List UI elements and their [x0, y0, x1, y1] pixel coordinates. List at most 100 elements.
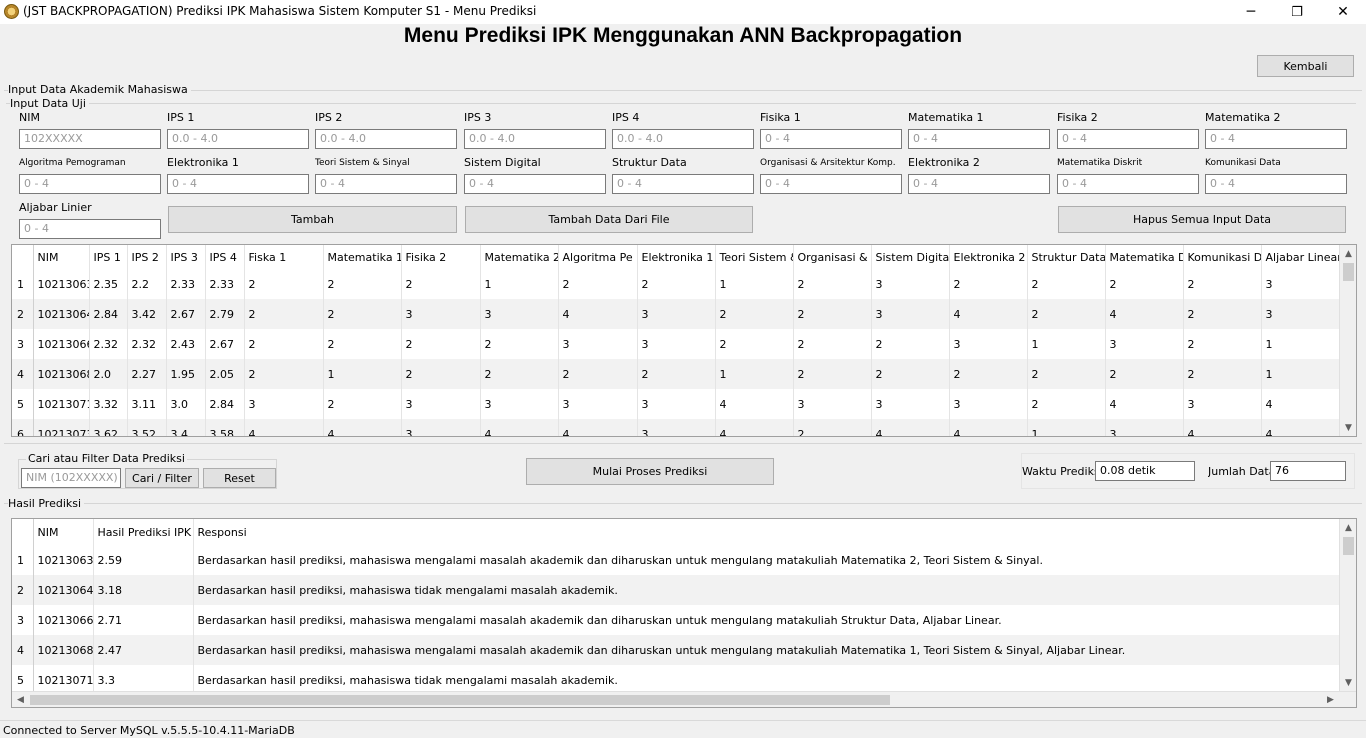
table-cell[interactable]: 1: [480, 269, 559, 299]
table-cell[interactable]: 2: [1027, 299, 1106, 329]
table-cell[interactable]: 2.0: [89, 359, 128, 389]
table-cell[interactable]: 2.32: [89, 329, 128, 359]
table-cell[interactable]: 2: [793, 329, 872, 359]
maximize-icon[interactable]: ❐: [1274, 0, 1320, 24]
column-header[interactable]: IPS 2: [127, 245, 167, 269]
table-cell[interactable]: 3: [1261, 299, 1340, 329]
table-cell[interactable]: 2.71: [93, 605, 194, 635]
table-cell[interactable]: 2.33: [205, 269, 245, 299]
table-cell[interactable]: 2: [871, 329, 950, 359]
field-input[interactable]: 0.0 - 4.0: [315, 129, 457, 149]
table-cell[interactable]: 2.32: [127, 329, 167, 359]
table-row[interactable]: 6 10213073 3.62 3.52 3.4 3.58 4 4 3 4 4 3 4 2 4 4 1 3 4 4: [12, 419, 1340, 436]
table-cell[interactable]: 3: [793, 389, 872, 419]
table-cell[interactable]: 2: [793, 419, 872, 436]
table-cell[interactable]: 2.2: [127, 269, 167, 299]
table-cell[interactable]: 3: [637, 389, 716, 419]
table-cell[interactable]: 2: [480, 329, 559, 359]
search-button[interactable]: Cari / Filter: [125, 468, 199, 488]
table-cell[interactable]: 4: [871, 419, 950, 436]
table-cell[interactable]: 2: [637, 269, 716, 299]
table-cell[interactable]: 4: [1261, 389, 1340, 419]
table-cell[interactable]: 10213063: [33, 269, 90, 299]
table-cell[interactable]: 10213063: [33, 545, 94, 575]
table-cell[interactable]: 1: [1027, 329, 1106, 359]
table-cell[interactable]: 3: [637, 299, 716, 329]
table-cell[interactable]: 2: [401, 329, 481, 359]
field-input[interactable]: 0.0 - 4.0: [167, 129, 309, 149]
table-cell[interactable]: Berdasarkan hasil prediksi, mahasiswa me…: [193, 605, 1340, 635]
field-input[interactable]: 0 - 4: [1057, 174, 1199, 194]
table-cell[interactable]: 2: [323, 389, 402, 419]
table-cell[interactable]: 3: [637, 419, 716, 436]
column-header[interactable]: Matematika 2: [480, 245, 559, 269]
column-header[interactable]: Algoritma Pe: [558, 245, 638, 269]
field-input[interactable]: 0 - 4: [315, 174, 457, 194]
table-cell[interactable]: 10213064: [33, 575, 94, 605]
field-input[interactable]: 0 - 4: [1057, 129, 1199, 149]
table-cell[interactable]: 3: [401, 419, 481, 436]
table-cell[interactable]: 10213071: [33, 389, 90, 419]
column-header[interactable]: Fiska 1: [244, 245, 324, 269]
table-cell[interactable]: 2: [558, 269, 638, 299]
table-cell[interactable]: 1: [1261, 359, 1340, 389]
table-cell[interactable]: 3: [558, 389, 638, 419]
table-cell[interactable]: 3: [1183, 389, 1262, 419]
clear-all-button[interactable]: Hapus Semua Input Data: [1058, 206, 1346, 233]
table-cell[interactable]: 2: [1027, 359, 1106, 389]
table-cell[interactable]: 3.32: [89, 389, 128, 419]
close-icon[interactable]: ✕: [1320, 0, 1366, 24]
table-cell[interactable]: 2.67: [205, 329, 245, 359]
scroll-thumb[interactable]: [1343, 263, 1354, 281]
table-row[interactable]: 2 10213064 2.84 3.42 2.67 2.79 2 2 3 3 4 3 2 2 3 4 2 4 2 3: [12, 299, 1340, 329]
add-from-file-button[interactable]: Tambah Data Dari File: [465, 206, 753, 233]
table-cell[interactable]: 2: [637, 359, 716, 389]
scroll-down-icon[interactable]: ▼: [1340, 674, 1356, 691]
table-cell[interactable]: 2.43: [166, 329, 206, 359]
table-cell[interactable]: 2: [715, 329, 794, 359]
table-cell[interactable]: 4: [558, 419, 638, 436]
input-table-scrollbar[interactable]: ▲ ▼: [1339, 245, 1356, 436]
table-row[interactable]: 2 10213064 3.18 Berdasarkan hasil prediksi,…: [12, 575, 1340, 605]
table-cell[interactable]: 4: [244, 419, 324, 436]
table-cell[interactable]: 1: [323, 359, 402, 389]
table-cell[interactable]: 4: [323, 419, 402, 436]
table-cell[interactable]: 4: [480, 419, 559, 436]
table-cell[interactable]: 4: [1105, 389, 1184, 419]
scroll-right-icon[interactable]: ▶: [1322, 692, 1339, 707]
scroll-down-icon[interactable]: ▼: [1340, 419, 1356, 436]
result-table-hscrollbar[interactable]: ◀ ▶: [12, 691, 1356, 707]
table-cell[interactable]: 1: [715, 359, 794, 389]
column-header[interactable]: Hasil Prediksi IPK: [93, 519, 194, 545]
table-cell[interactable]: 2: [1105, 359, 1184, 389]
table-cell[interactable]: 2.84: [205, 389, 245, 419]
table-cell[interactable]: 10213066: [33, 605, 94, 635]
column-header[interactable]: Organisasi &: [793, 245, 872, 269]
table-cell[interactable]: Berdasarkan hasil prediksi, mahasiswa me…: [193, 635, 1340, 665]
table-cell[interactable]: 2: [244, 359, 324, 389]
table-cell[interactable]: 1: [715, 269, 794, 299]
table-cell[interactable]: 3: [1261, 269, 1340, 299]
table-cell[interactable]: 2: [1105, 269, 1184, 299]
field-input[interactable]: 102XXXXX: [19, 129, 161, 149]
table-cell[interactable]: 2: [1183, 359, 1262, 389]
table-cell[interactable]: 2.79: [205, 299, 245, 329]
table-row[interactable]: 3 10213066 2.32 2.32 2.43 2.67 2 2 2 2 3 3 2 2 2 3 1 3 2 1: [12, 329, 1340, 359]
column-header[interactable]: Aljabar Linear: [1261, 245, 1340, 269]
table-cell[interactable]: 3: [1105, 329, 1184, 359]
column-header[interactable]: Elektronika 1: [637, 245, 716, 269]
column-header[interactable]: NIM: [33, 245, 90, 269]
table-cell[interactable]: 4: [558, 299, 638, 329]
column-header[interactable]: IPS 4: [205, 245, 245, 269]
column-header[interactable]: Teori Sistem &: [715, 245, 794, 269]
table-cell[interactable]: 2: [323, 269, 402, 299]
minimize-icon[interactable]: ─: [1228, 0, 1274, 24]
table-cell[interactable]: 4: [949, 299, 1028, 329]
table-cell[interactable]: 2: [715, 299, 794, 329]
table-cell[interactable]: 2.33: [166, 269, 206, 299]
column-header[interactable]: Fisika 2: [401, 245, 481, 269]
table-cell[interactable]: 3.52: [127, 419, 167, 436]
table-cell[interactable]: 2: [1027, 269, 1106, 299]
field-input[interactable]: 0 - 4: [464, 174, 606, 194]
field-input[interactable]: 0 - 4: [612, 174, 754, 194]
